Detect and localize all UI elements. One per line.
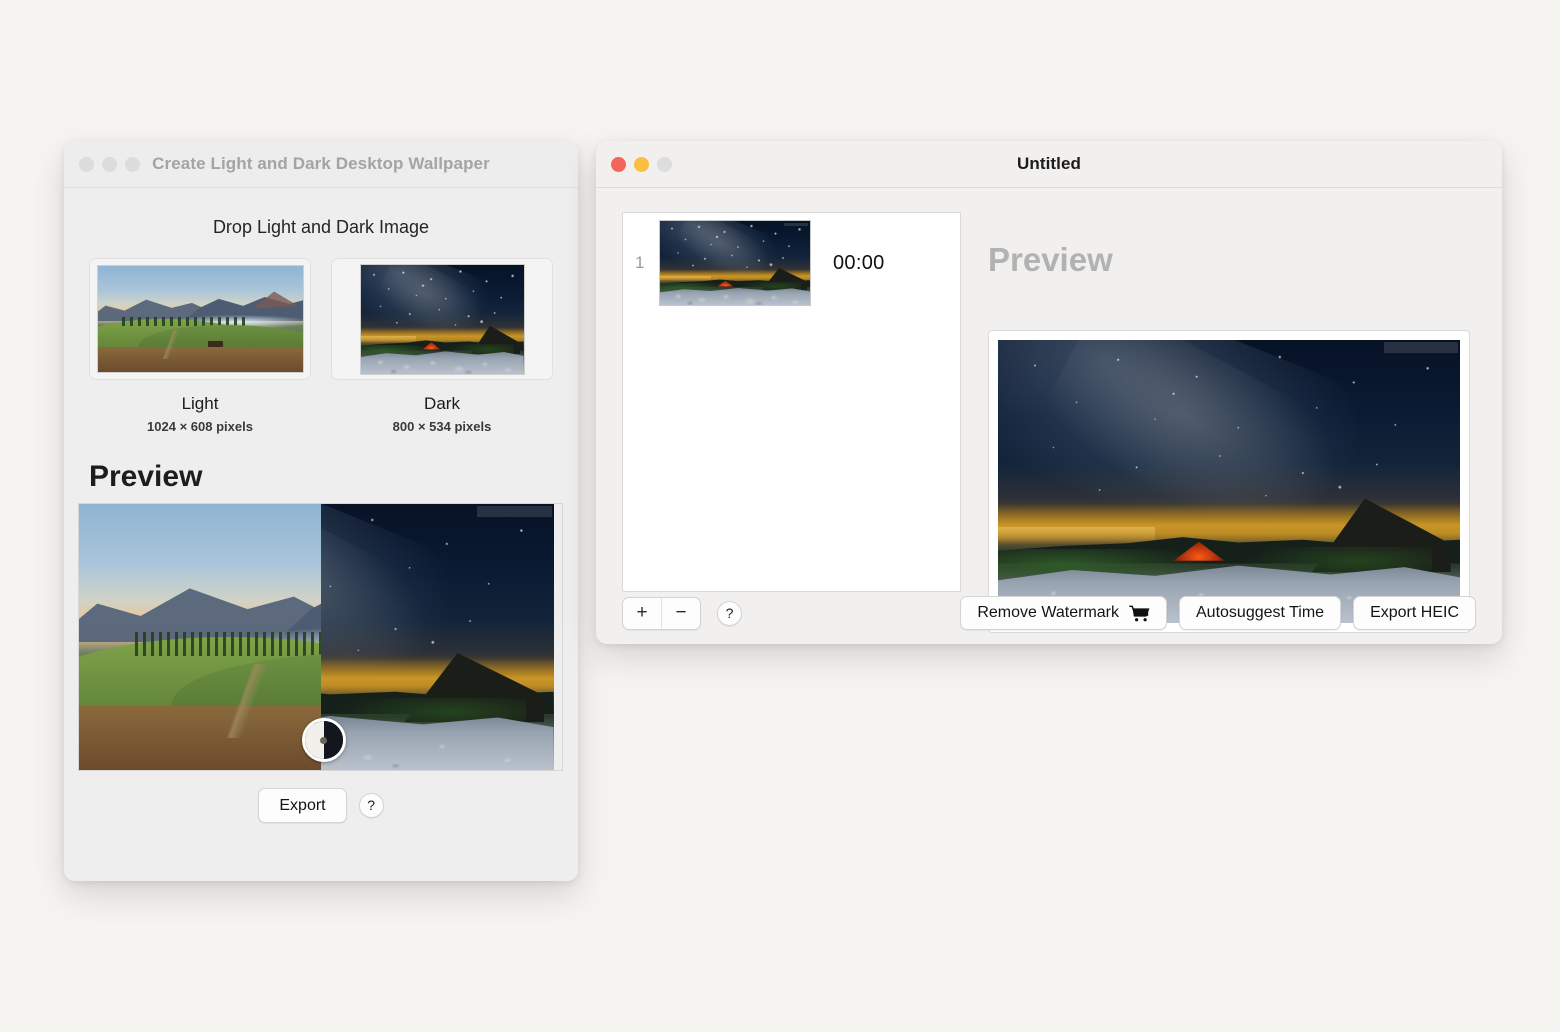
- left-export-row: Export ?: [64, 787, 578, 823]
- right-traffic-lights: [596, 156, 672, 172]
- dark-image-dropwell[interactable]: [331, 258, 553, 380]
- export-heic-button[interactable]: Export HEIC: [1353, 596, 1476, 630]
- drop-heading: Drop Light and Dark Image: [212, 217, 430, 237]
- light-caption-dimensions: 1024 × 608 pixels: [147, 419, 253, 434]
- right-window-body: 1 00:00 Preview + − ? Remove Watermark A…: [596, 188, 1502, 644]
- split-preview[interactable]: [78, 503, 563, 771]
- dropwell-captions: Light 1024 × 608 pixels Dark 800 × 534 p…: [64, 380, 578, 434]
- left-window-title: Create Light and Dark Desktop Wallpaper: [152, 154, 490, 173]
- left-preview-heading: Preview: [89, 460, 203, 493]
- create-wallpaper-window[interactable]: Create Light and Dark Desktop Wallpaper …: [64, 141, 578, 881]
- drop-wells: [64, 238, 578, 380]
- list-item-thumbnail[interactable]: [659, 220, 811, 306]
- remove-watermark-label: Remove Watermark: [977, 604, 1119, 622]
- export-button[interactable]: Export: [258, 787, 347, 823]
- help-button[interactable]: ?: [717, 600, 742, 626]
- preview-image: [998, 340, 1460, 623]
- list-item-time[interactable]: 00:00: [833, 252, 885, 275]
- zoom-button[interactable]: [657, 156, 672, 172]
- dark-caption-label: Dark: [424, 394, 460, 413]
- remove-button[interactable]: −: [661, 597, 700, 629]
- untitled-window[interactable]: Untitled 1 00:00 Preview + − ? Remove Wa…: [596, 141, 1502, 644]
- dark-caption: Dark 800 × 534 pixels: [331, 394, 553, 434]
- close-button[interactable]: [611, 156, 626, 172]
- remove-watermark-button[interactable]: Remove Watermark: [960, 596, 1167, 630]
- minimize-button[interactable]: [634, 156, 649, 172]
- left-window-body: Drop Light and Dark Image Light 1024 × 6…: [64, 188, 578, 881]
- light-caption: Light 1024 × 608 pixels: [89, 394, 311, 434]
- split-compare-handle[interactable]: [301, 718, 346, 762]
- list-item-index: 1: [635, 253, 645, 272]
- minimize-button[interactable]: [102, 156, 117, 172]
- right-window-titlebar[interactable]: Untitled: [596, 141, 1502, 188]
- dark-image-thumbnail: [359, 263, 525, 375]
- light-image-dropwell[interactable]: [89, 258, 311, 380]
- help-button[interactable]: ?: [358, 792, 384, 818]
- add-remove-segmented-control[interactable]: + −: [622, 596, 701, 630]
- left-traffic-lights: [64, 156, 140, 172]
- dark-caption-dimensions: 800 × 534 pixels: [392, 419, 492, 434]
- split-preview-dark-half: [320, 504, 563, 770]
- right-window-toolbar: + − ? Remove Watermark Autosuggest Time …: [596, 582, 1502, 644]
- add-button[interactable]: +: [623, 598, 661, 629]
- light-caption-label: Light: [181, 394, 219, 413]
- light-image-thumbnail: [96, 265, 304, 373]
- frames-list[interactable]: 1 00:00: [622, 212, 961, 592]
- zoom-button[interactable]: [125, 156, 140, 172]
- left-window-titlebar[interactable]: Create Light and Dark Desktop Wallpaper: [64, 141, 578, 188]
- list-item[interactable]: 1 00:00: [623, 213, 960, 313]
- close-button[interactable]: [79, 156, 94, 172]
- autosuggest-time-button[interactable]: Autosuggest Time: [1179, 596, 1342, 630]
- split-preview-light-half: [79, 504, 321, 770]
- right-window-title: Untitled: [1016, 154, 1082, 173]
- shopping-cart-icon: [1129, 605, 1150, 622]
- right-preview-heading: Preview: [988, 241, 1113, 278]
